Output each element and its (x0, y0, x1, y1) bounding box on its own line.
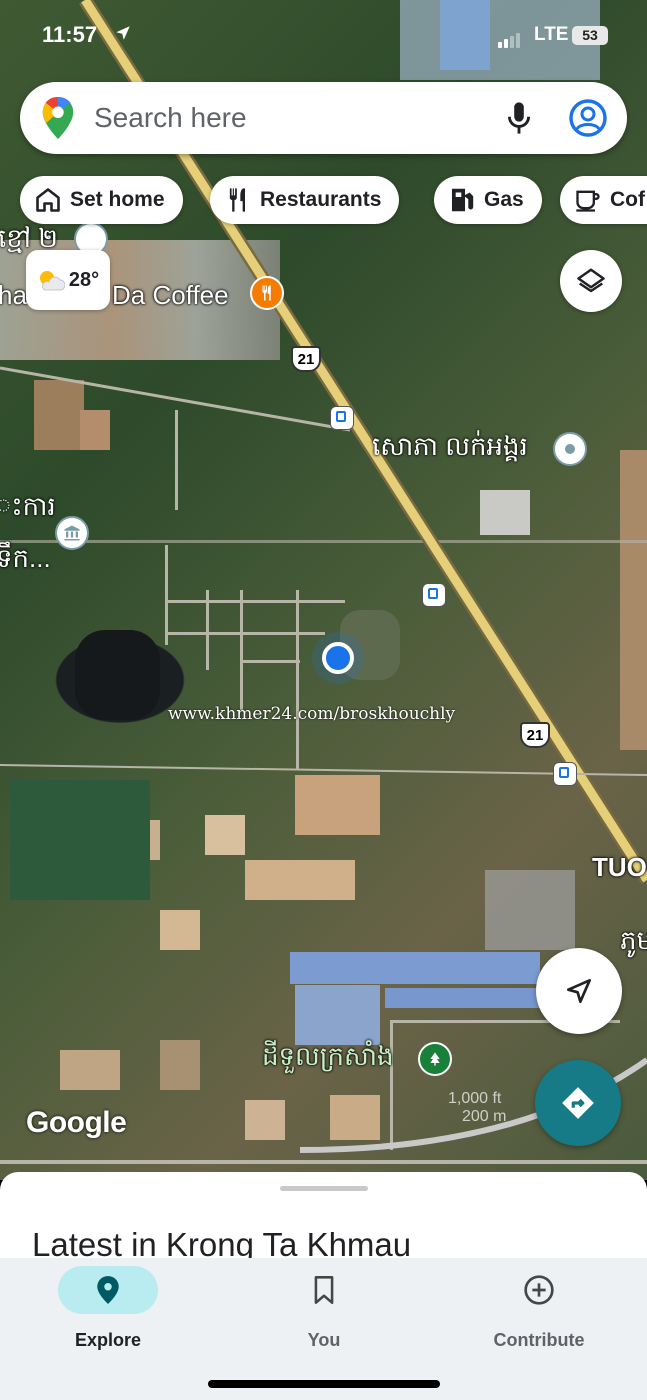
directions-button[interactable] (535, 1060, 621, 1146)
scale-ft: 1,000 ft (448, 1090, 502, 1107)
google-maps-logo-icon (42, 97, 74, 139)
chip-label: Set home (70, 188, 165, 211)
my-location-dot[interactable] (322, 642, 354, 674)
bus-stop-icon[interactable] (553, 762, 577, 786)
status-bar: 11:57 LTE 53 (0, 0, 647, 70)
location-arrow-icon (116, 26, 130, 40)
map-label-da-coffee[interactable]: Da Coffee (112, 280, 229, 311)
tab-label: Explore (74, 1330, 142, 1350)
route-shield: 21 (520, 722, 550, 748)
tab-explore-pill (58, 1266, 158, 1314)
coffee-icon (576, 190, 600, 212)
chip-set-home[interactable]: Set home (20, 176, 183, 224)
network-type: LTE (534, 24, 569, 45)
watermark: www.khmer24.com/broskhouchly (168, 704, 456, 724)
account-avatar-icon[interactable] (568, 98, 608, 138)
sheet-drag-handle[interactable] (280, 1186, 368, 1191)
tab-label: You (307, 1330, 341, 1350)
chip-coffee[interactable]: Cof (560, 176, 647, 224)
partly-cloudy-icon (39, 271, 65, 291)
map-label[interactable]: ះការ (0, 490, 56, 528)
tab-contribute[interactable]: Contribute (459, 1266, 619, 1351)
gas-pump-icon (451, 188, 474, 212)
microphone-icon[interactable] (504, 100, 534, 136)
tab-you-pill (274, 1266, 374, 1314)
route-shield: 21 (291, 346, 321, 372)
map-label[interactable]: ភូម (620, 924, 647, 962)
map-label[interactable]: ទឹក... (0, 542, 51, 580)
google-attribution: Google (26, 1106, 127, 1139)
layers-icon (577, 268, 605, 293)
signal-bars-icon (498, 30, 522, 48)
search-input[interactable]: Search here (94, 102, 247, 134)
home-icon (36, 188, 60, 212)
search-bar[interactable]: Search here (20, 82, 627, 154)
scale-m: 200 m (462, 1108, 507, 1125)
bus-stop-icon[interactable] (422, 583, 446, 607)
map-label[interactable]: TUO (592, 852, 647, 883)
bottom-navigation: Explore You Contribute (0, 1258, 647, 1400)
map-label[interactable]: ha (0, 280, 27, 311)
clock: 11:57 (42, 22, 98, 47)
chip-gas[interactable]: Gas (434, 176, 542, 224)
weather-badge[interactable]: 28° (26, 250, 110, 310)
tab-contribute-pill (489, 1266, 589, 1314)
explore-pin-icon (97, 1276, 119, 1304)
tab-you[interactable]: You (244, 1266, 404, 1351)
home-indicator[interactable] (208, 1380, 440, 1388)
scale-bar: 1,000 ft 200 m (448, 1090, 506, 1126)
tab-label: Contribute (493, 1330, 585, 1350)
battery-icon: 53 (572, 26, 608, 45)
bottom-sheet[interactable]: Latest in Krong Ta Khmau (0, 1172, 647, 1272)
navigation-arrow-icon (567, 979, 591, 1003)
layers-button[interactable] (560, 250, 622, 312)
directions-icon (562, 1087, 594, 1119)
place-pin-icon[interactable] (553, 432, 587, 466)
chip-label: Restaurants (260, 188, 382, 211)
tab-explore[interactable]: Explore (28, 1266, 188, 1351)
map-label[interactable]: សោភា លក់អង្គរ (372, 430, 528, 468)
restaurant-poi-icon[interactable] (250, 276, 284, 310)
weather-temp: 28° (68, 268, 100, 291)
park-tree-icon[interactable] (418, 1042, 452, 1076)
chip-label: Cof (610, 188, 645, 211)
chip-restaurants[interactable]: Restaurants (210, 176, 400, 224)
chip-label: Gas (484, 188, 524, 211)
bookmark-icon (314, 1276, 334, 1304)
bus-stop-icon[interactable] (330, 406, 354, 430)
fork-knife-icon (229, 188, 245, 212)
map-label-park[interactable]: ដីទួលក្រសាំង (262, 1040, 394, 1078)
government-building-icon[interactable] (55, 516, 89, 550)
my-location-button[interactable] (536, 948, 622, 1034)
add-circle-icon (524, 1275, 554, 1305)
